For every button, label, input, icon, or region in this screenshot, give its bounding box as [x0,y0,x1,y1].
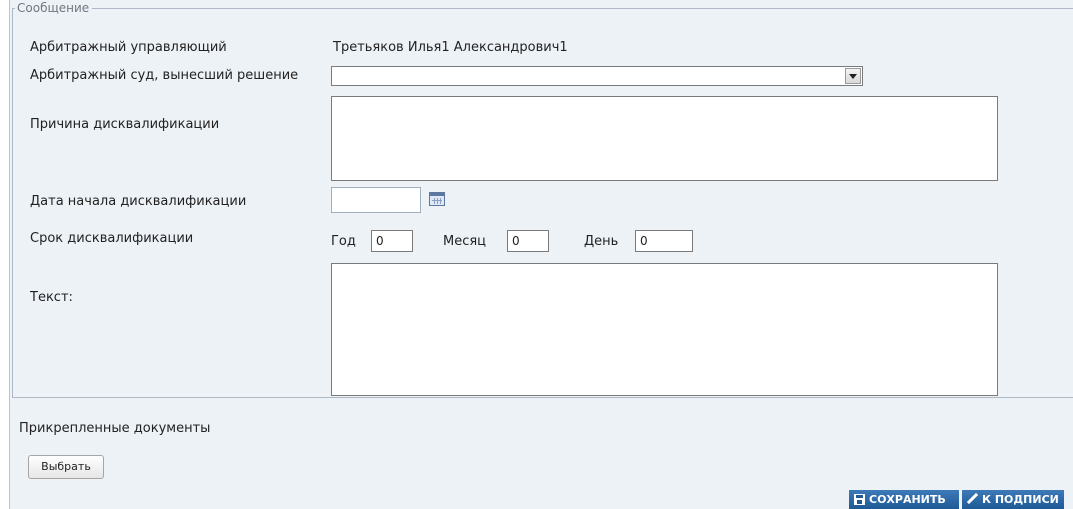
calendar-icon[interactable] [429,192,445,206]
text-textarea[interactable] [331,263,998,396]
pen-icon [966,492,979,505]
arbitration-manager-label: Арбитражный управляющий [30,40,227,55]
to-sign-button[interactable]: К ПОДПИСИ [962,490,1064,509]
section-title: Сообщение [15,0,93,16]
court-select[interactable] [331,66,863,86]
start-date-label: Дата начала дисквалификации [30,194,247,209]
choose-file-button[interactable]: Выбрать [28,455,104,479]
to-sign-button-label: К ПОДПИСИ [982,493,1059,506]
start-date-input[interactable] [331,187,421,213]
term-year-label: Год [331,234,356,249]
arbitration-manager-value: Третьяков Илья1 Александрович1 [333,40,568,55]
floppy-disk-icon [854,494,865,505]
term-day-label: День [584,234,619,249]
term-year-input[interactable]: 0 [371,230,413,252]
save-button[interactable]: СОХРАНИТЬ [849,490,959,509]
term-day-input[interactable]: 0 [635,230,693,252]
attached-documents-label: Прикрепленные документы [19,421,211,436]
reason-label: Причина дисквалификации [30,117,220,132]
term-label: Срок дисквалификации [30,231,194,246]
reason-textarea[interactable] [331,96,998,181]
term-month-label: Месяц [443,234,487,249]
save-button-label: СОХРАНИТЬ [869,493,946,506]
text-label: Текст: [30,290,73,305]
term-month-input[interactable]: 0 [507,230,549,252]
chevron-down-icon[interactable] [845,68,861,84]
court-label: Арбитражный суд, вынесший решение [30,68,299,83]
